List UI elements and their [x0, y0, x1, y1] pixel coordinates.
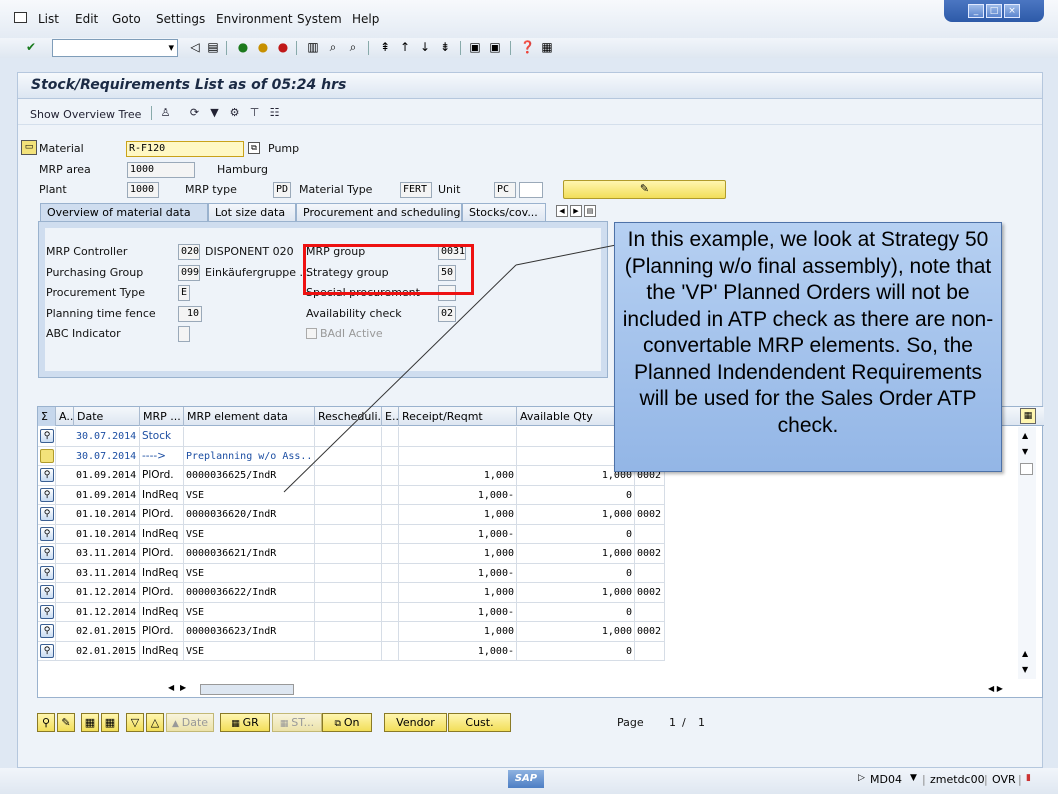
status-transaction: MD04	[870, 773, 902, 786]
annotation-callout: In this example, we look at Strategy 50 …	[614, 222, 1002, 472]
status-server: zmetdc00	[930, 773, 985, 786]
status-dropdown-icon[interactable]: ▼	[910, 773, 917, 783]
status-bar: SAP ▷ MD04 ▼ | zmetdc00 | OVR | ▮	[0, 768, 1058, 794]
status-expand-icon[interactable]: ▷	[858, 773, 865, 783]
sap-logo: SAP	[508, 770, 544, 788]
status-indicator-icon: ▮	[1026, 773, 1031, 783]
status-mode: OVR	[992, 773, 1016, 786]
